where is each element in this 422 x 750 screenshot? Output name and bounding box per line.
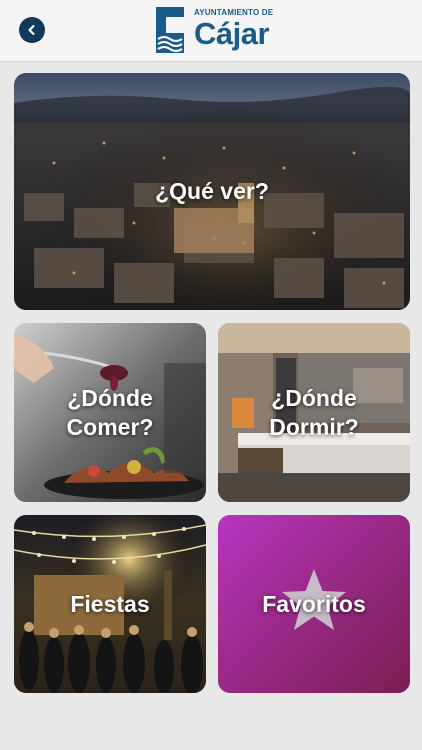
fiestas-label: Fiestas <box>70 590 150 617</box>
fiestas-card[interactable]: Fiestas <box>14 515 206 693</box>
que-ver-card[interactable]: ¿Qué ver? <box>14 73 410 310</box>
back-button[interactable] <box>19 17 45 43</box>
donde-dormir-label: ¿Dónde Dormir? <box>269 384 359 440</box>
favoritos-card[interactable]: Favoritos <box>218 515 410 693</box>
donde-comer-card[interactable]: ¿Dónde Comer? <box>14 323 206 502</box>
app-header: AYUNTAMIENTO DE Cájar <box>0 0 422 62</box>
favoritos-label: Favoritos <box>262 590 366 617</box>
donde-dormir-card[interactable]: ¿Dónde Dormir? <box>218 323 410 502</box>
logo-title: Cájar <box>194 16 270 51</box>
town-emblem-icon <box>156 7 184 53</box>
donde-comer-label: ¿Dónde Comer? <box>66 384 154 440</box>
town-logo: AYUNTAMIENTO DE Cájar <box>152 5 273 57</box>
que-ver-label: ¿Qué ver? <box>155 178 269 204</box>
chevron-left-icon <box>28 24 35 36</box>
